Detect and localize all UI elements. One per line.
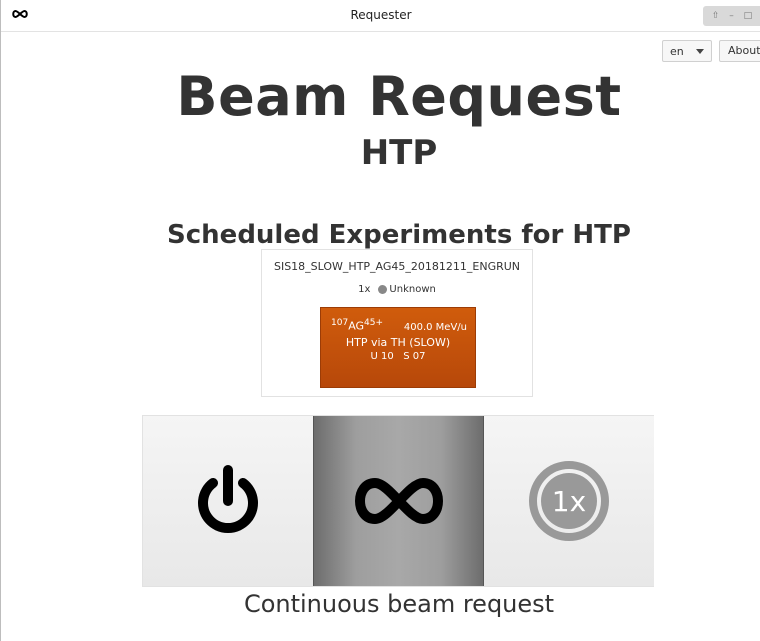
- one-time-icon: 1x: [529, 461, 609, 541]
- experiment-card[interactable]: SIS18_SLOW_HTP_AG45_20181211_ENGRUN 1x U…: [261, 249, 533, 397]
- request-mode-selector: 1x: [142, 415, 654, 587]
- experiment-status: Unknown: [378, 284, 436, 295]
- beam-u: U 10: [370, 351, 394, 362]
- mode-power-button[interactable]: [143, 416, 313, 586]
- up-icon[interactable]: ⇧: [712, 11, 720, 21]
- scheduled-experiments-heading: Scheduled Experiments for HTP: [167, 220, 631, 250]
- about-button[interactable]: About: [719, 40, 760, 62]
- window-controls: ⇧ – □: [703, 6, 760, 26]
- window-title: Requester: [350, 8, 412, 22]
- experiment-status-row: 1x Unknown: [262, 284, 532, 295]
- beam-mass-number: 107: [331, 318, 349, 328]
- language-value: en: [670, 44, 684, 58]
- infinity-icon: [354, 477, 443, 525]
- mode-once-button[interactable]: 1x: [484, 416, 654, 586]
- beam-us-line: U 10 S 07: [321, 351, 475, 362]
- beam-element: AG: [348, 319, 365, 333]
- requester-window: Requester ⇧ – □ en About Beam Request HT…: [0, 0, 760, 641]
- page-subtitle: HTP: [360, 133, 438, 173]
- status-label: Unknown: [389, 284, 436, 295]
- beam-s: S 07: [403, 351, 426, 362]
- title-bar[interactable]: Requester ⇧ – □: [1, 0, 760, 32]
- beam-path: HTP via TH (SLOW): [345, 336, 451, 349]
- beam-energy: 400.0 MeV/u: [403, 322, 467, 333]
- maximize-icon[interactable]: □: [744, 11, 753, 21]
- mode-caption: Continuous beam request: [243, 590, 555, 618]
- mode-continuous-button[interactable]: [313, 416, 484, 586]
- experiment-multiplier: 1x: [358, 284, 371, 295]
- beam-charge: 45+: [364, 318, 384, 328]
- language-select[interactable]: en: [662, 40, 712, 62]
- status-dot-icon: [378, 284, 388, 294]
- beam-info-box[interactable]: 107AG45+ 400.0 MeV/u HTP via TH (SLOW) U…: [320, 307, 476, 388]
- one-time-label: 1x: [552, 485, 586, 518]
- minimize-icon[interactable]: –: [729, 11, 734, 21]
- page-title: Beam Request: [176, 65, 622, 128]
- experiment-name: SIS18_SLOW_HTP_AG45_20181211_ENGRUN: [273, 260, 521, 273]
- power-icon: [198, 465, 258, 533]
- chevron-down-icon: [696, 49, 704, 54]
